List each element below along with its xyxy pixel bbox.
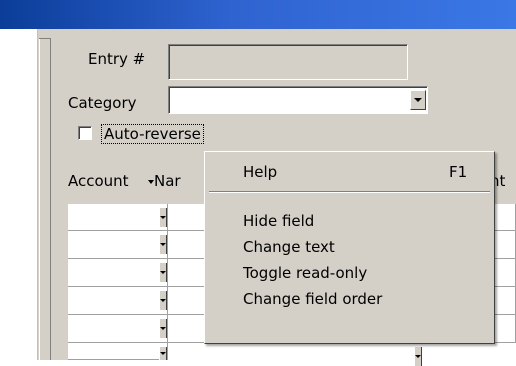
chevron-down-icon	[414, 98, 422, 102]
table-row-account-cell[interactable]	[68, 343, 168, 360]
column-header-account-label: Account	[68, 172, 129, 190]
menu-item-toggle-read-only-label: Toggle read-only	[243, 264, 368, 282]
menu-item-hide-field-label: Hide field	[243, 212, 315, 230]
window-titlebar[interactable]	[0, 0, 516, 29]
pane-splitter[interactable]	[39, 29, 51, 360]
chevron-down-icon	[415, 355, 421, 358]
menu-separator	[209, 191, 490, 193]
account-dropdown-button[interactable]	[159, 319, 167, 338]
menu-item-help-label: Help	[243, 163, 278, 181]
auto-reverse-label[interactable]: Auto-reverse	[101, 124, 204, 144]
splitter-cap	[39, 29, 51, 39]
table-row-account-cell[interactable]	[68, 287, 168, 315]
name-dropdown-button[interactable]	[414, 347, 422, 366]
category-label: Category	[68, 94, 137, 112]
table-row-account-cell[interactable]	[68, 231, 168, 259]
chevron-down-icon	[160, 243, 166, 246]
menu-item-help-shortcut: F1	[449, 163, 468, 181]
category-combobox[interactable]	[168, 86, 428, 114]
chevron-down-icon	[160, 327, 166, 330]
menu-item-change-field-order[interactable]: Change field order	[205, 287, 494, 311]
table-row-account-cell[interactable]	[68, 259, 168, 287]
chevron-down-icon	[160, 271, 166, 274]
account-dropdown-button[interactable]	[159, 291, 167, 310]
menu-item-change-field-order-label: Change field order	[243, 290, 383, 308]
entry-number-field	[168, 44, 408, 80]
left-pane	[0, 29, 38, 360]
account-dropdown-button[interactable]	[159, 208, 167, 227]
account-dropdown-button[interactable]	[159, 263, 167, 282]
column-header-name[interactable]: Nar	[154, 172, 181, 190]
context-menu: Help F1 Hide field Change text Toggle re…	[204, 151, 495, 344]
chevron-down-icon	[160, 299, 166, 302]
auto-reverse-checkbox[interactable]	[78, 126, 92, 140]
table-row-account-cell[interactable]	[68, 204, 168, 231]
table-row-account-cell[interactable]	[68, 315, 168, 343]
column-header-account[interactable]: Account	[68, 172, 129, 190]
account-dropdown-button[interactable]	[159, 235, 167, 254]
menu-item-toggle-read-only[interactable]: Toggle read-only	[205, 261, 494, 285]
entry-number-label: Entry #	[88, 50, 146, 68]
account-dropdown-button[interactable]	[159, 347, 167, 360]
menu-item-hide-field[interactable]: Hide field	[205, 209, 494, 233]
menu-item-change-text-label: Change text	[243, 238, 335, 256]
chevron-down-icon	[160, 352, 166, 355]
category-dropdown-button[interactable]	[410, 90, 426, 110]
menu-item-change-text[interactable]: Change text	[205, 235, 494, 259]
menu-item-help[interactable]: Help F1	[205, 160, 494, 184]
chevron-down-icon	[160, 216, 166, 219]
